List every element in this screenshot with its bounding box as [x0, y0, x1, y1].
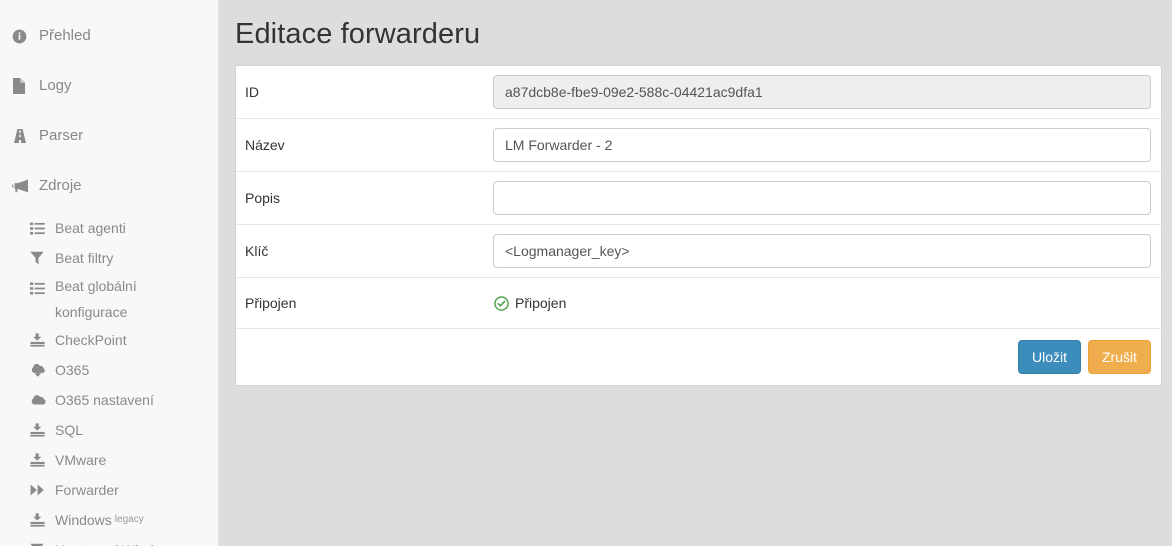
sidebar-sub-item-label: VMware: [55, 452, 107, 468]
form-row-klic: Klíč: [236, 225, 1161, 278]
form-row-id: ID: [236, 66, 1161, 119]
sidebar-sub-nav: Beat agenti Beat filtry Beat globální ko…: [0, 211, 218, 546]
sidebar-sub-item-label: Nastavení Windows: [49, 535, 179, 546]
sidebar-item-logy[interactable]: Logy: [0, 61, 218, 111]
forwarder-edit-panel: ID Název Popis Klíč: [235, 65, 1162, 386]
road-icon: [12, 111, 32, 161]
sidebar-item-parser[interactable]: Parser: [0, 111, 218, 161]
cancel-button[interactable]: Zrušit: [1088, 339, 1151, 374]
sidebar-item-windows-legacy[interactable]: Windows legacy: [0, 505, 218, 535]
sidebar: Přehled Logy Parser Zdroje Beat agenti B…: [0, 0, 219, 546]
sidebar-sub-item-label: Beat agenti: [55, 220, 126, 236]
cloud-icon: [30, 385, 49, 415]
cloud-download-icon: [30, 355, 49, 385]
list-icon: [30, 213, 49, 243]
sidebar-item-o365-nastaveni[interactable]: O365 nastavení: [0, 385, 218, 415]
name-input[interactable]: [493, 128, 1151, 162]
sidebar-item-beat-agenti[interactable]: Beat agenti: [0, 213, 218, 243]
filter-icon: [30, 243, 49, 273]
form-row-pripojen: Připojen Připojen: [236, 278, 1161, 329]
id-input[interactable]: [493, 75, 1151, 109]
form-label-popis: Popis: [245, 190, 281, 206]
sidebar-item-label: Přehled: [39, 27, 91, 44]
form-label-klic: Klíč: [245, 243, 269, 259]
key-input[interactable]: [493, 234, 1151, 268]
sidebar-item-o365[interactable]: O365: [0, 355, 218, 385]
form-label-pripojen: Připojen: [245, 295, 297, 311]
form-field-klic-wrapper: [493, 225, 1161, 277]
form-field-id-wrapper: [493, 66, 1161, 118]
panel-footer: Uložit Zrušit: [236, 329, 1161, 385]
sidebar-sub-item-label: Beat filtry: [55, 250, 114, 266]
sidebar-item-vmware[interactable]: VMware: [0, 445, 218, 475]
form-row-popis: Popis: [236, 172, 1161, 225]
list-icon: [30, 273, 49, 303]
form-label-nazev: Název: [245, 137, 285, 153]
form-field-popis-wrapper: [493, 172, 1161, 224]
sidebar-item-beat-globalni-konfigurace[interactable]: Beat globální konfigurace: [0, 273, 218, 325]
sidebar-item-label: Parser: [39, 127, 84, 144]
sidebar-item-checkpoint[interactable]: CheckPoint: [0, 325, 218, 355]
form-field-nazev-wrapper: [493, 119, 1161, 171]
sidebar-item-beat-filtry[interactable]: Beat filtry: [0, 243, 218, 273]
info-circle-icon: [12, 11, 32, 61]
form-label-id: ID: [245, 84, 259, 100]
description-input[interactable]: [493, 181, 1151, 215]
sidebar-sub-item-label: CheckPoint: [55, 332, 127, 348]
connection-status: Připojen: [493, 291, 1151, 315]
bullhorn-icon: [12, 161, 32, 211]
server-download-icon: [30, 445, 49, 475]
sidebar-item-label: Logy: [39, 77, 72, 94]
sidebar-item-nastaveni-windows[interactable]: Nastavení Windows: [0, 535, 218, 546]
sidebar-primary-nav: Přehled Logy Parser Zdroje Beat agenti B…: [0, 0, 218, 546]
fast-forward-icon: [30, 475, 49, 505]
sidebar-sub-item-sup: legacy: [114, 514, 144, 525]
file-icon: [12, 61, 32, 111]
check-circle-icon: [494, 295, 509, 311]
app-root: Přehled Logy Parser Zdroje Beat agenti B…: [0, 0, 1172, 546]
sidebar-item-forwarder[interactable]: Forwarder: [0, 475, 218, 505]
sidebar-sub-item-label: O365 nastavení: [55, 392, 154, 408]
sidebar-sub-item-label: SQL: [55, 422, 84, 438]
sidebar-item-prehled[interactable]: Přehled: [0, 11, 218, 61]
form-row-nazev: Název: [236, 119, 1161, 172]
server-download-icon: [30, 415, 49, 445]
sidebar-item-label: Zdroje: [39, 177, 82, 194]
sidebar-sub-item-label: Forwarder: [55, 482, 119, 498]
sidebar-item-sql[interactable]: SQL: [0, 415, 218, 445]
page-title: Editace forwarderu: [235, 18, 481, 50]
sidebar-sub-item-label: Beat globální konfigurace: [55, 278, 137, 320]
main-content: Editace forwarderu ID Název Popis: [220, 0, 1172, 546]
save-button[interactable]: Uložit: [1017, 339, 1081, 374]
form-field-pripojen-wrapper: Připojen: [493, 282, 1161, 324]
sidebar-item-zdroje[interactable]: Zdroje: [0, 161, 218, 211]
server-download-icon: [30, 505, 49, 535]
sidebar-sub-item-label: O365: [55, 362, 90, 378]
connection-status-label: Připojen: [515, 295, 567, 311]
sidebar-sub-item-label: Windows: [55, 512, 112, 528]
server-download-icon: [30, 325, 49, 355]
filter-icon: [30, 535, 49, 546]
